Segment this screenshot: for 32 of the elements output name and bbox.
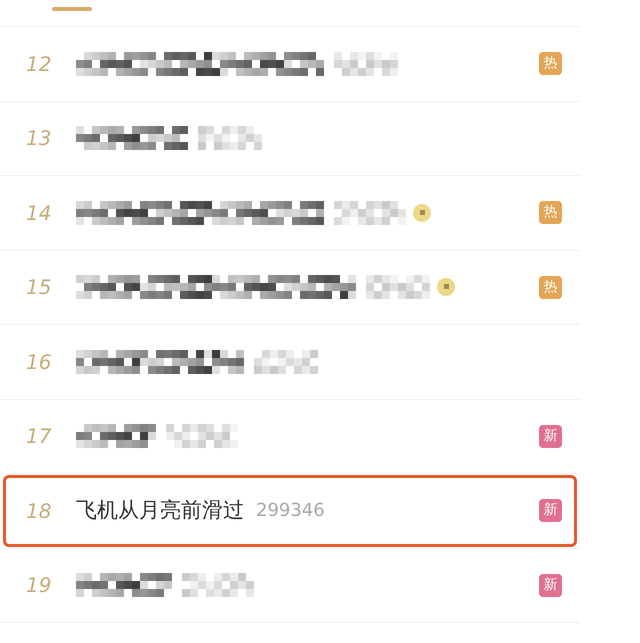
list-row[interactable]: 15 热 xyxy=(0,250,580,325)
rank-number: 18 xyxy=(26,498,52,525)
blurred-count-drawing xyxy=(366,275,430,300)
rank-number: 15 xyxy=(26,274,52,302)
list-row[interactable]: 12 热 xyxy=(0,27,580,102)
list-row[interactable]: 17 新 xyxy=(0,400,580,474)
rank-number: 17 xyxy=(26,423,52,450)
rank-number: 12 xyxy=(26,50,52,78)
rank-number: 19 xyxy=(26,572,52,600)
list-row[interactable]: 19 新 xyxy=(0,548,580,623)
badge: 新 xyxy=(539,574,562,597)
blurred-count-drawing xyxy=(254,350,318,374)
topic-title[interactable]: 飞机从月亮前滑过 xyxy=(76,495,244,526)
badge: 新 xyxy=(539,499,562,522)
badge: 热 xyxy=(539,201,562,224)
blurred-count-drawing xyxy=(334,200,406,225)
blurred-count-drawing xyxy=(166,424,238,448)
rank-number: 13 xyxy=(26,125,52,152)
tab-indicator xyxy=(52,7,92,11)
list-row[interactable]: 13 xyxy=(0,102,580,176)
blurred-count-drawing xyxy=(334,52,398,76)
list-row[interactable]: 14 热 xyxy=(0,176,580,250)
blurred-count-drawing xyxy=(182,573,254,598)
blurred-count-drawing xyxy=(198,126,262,150)
badge: 新 xyxy=(539,424,562,448)
list-row[interactable]: 16 xyxy=(0,325,580,400)
rank-number: 14 xyxy=(26,200,52,227)
heat-count: 299346 xyxy=(256,499,325,524)
rank-number: 16 xyxy=(26,348,52,376)
badge: 热 xyxy=(539,52,562,76)
badge: 热 xyxy=(539,276,562,299)
list-row[interactable]: 18 飞机从月亮前滑过 299346 新 xyxy=(0,474,580,548)
